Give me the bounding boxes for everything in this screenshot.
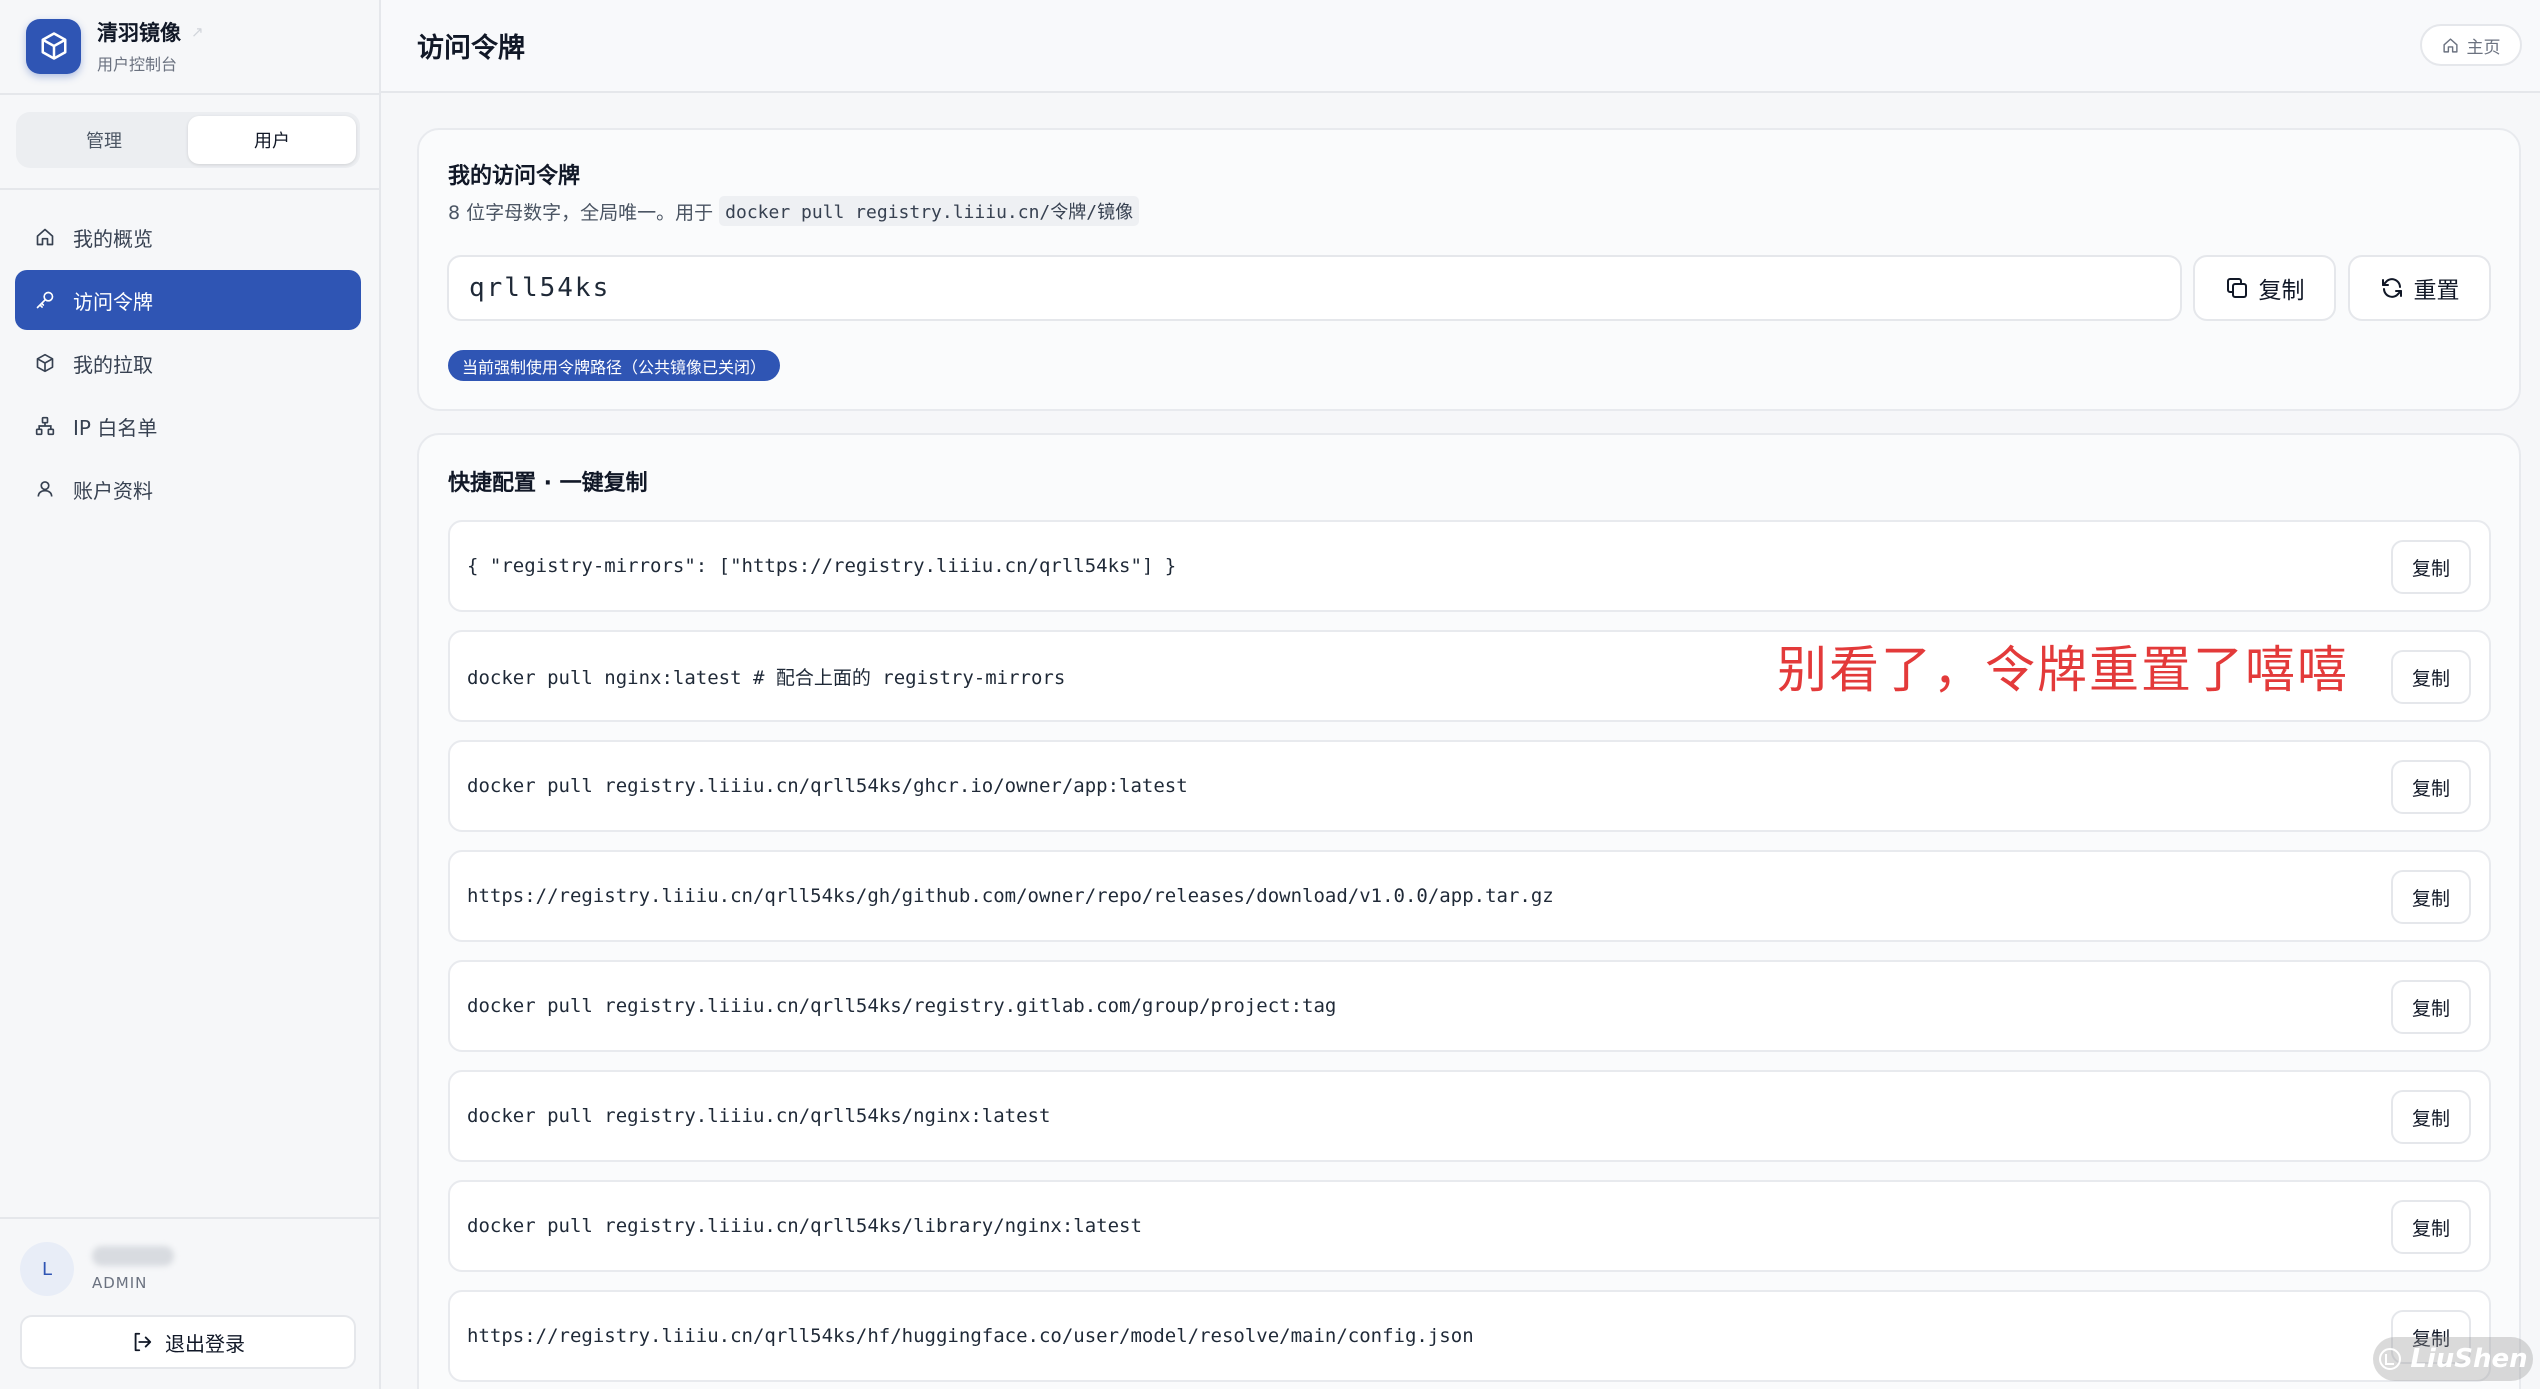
quick-config-card: 快捷配置 · 一键复制 { "registry-mirrors": ["http…: [417, 433, 2521, 1389]
sidebar-item-ip-whitelist[interactable]: IP 白名单: [15, 396, 361, 456]
brand-subtitle: 用户控制台: [97, 55, 178, 74]
list-item: https://registry.liiiu.cn/qrll54ks/hf/hu…: [448, 1290, 2491, 1382]
logout-label: 退出登录: [165, 1331, 245, 1356]
key-icon: [34, 289, 56, 311]
config-command: docker pull registry.liiiu.cn/qrll54ks/r…: [467, 995, 1337, 1017]
avatar: L: [20, 1242, 74, 1296]
home-icon: [2442, 37, 2459, 54]
status-badge: 当前强制使用令牌路径（公共镜像已关闭）: [448, 350, 781, 381]
box-icon: [26, 18, 81, 74]
config-command: https://registry.liiiu.cn/qrll54ks/gh/gi…: [467, 885, 1554, 907]
copy-button[interactable]: 复制: [2391, 540, 2471, 594]
token-card-description: 8 位字母数字，全局唯一。用于 docker pull registry.lii…: [448, 196, 1140, 226]
user-name-blurred: [92, 1246, 174, 1266]
token-card-title: 我的访问令牌: [448, 164, 581, 189]
home-label: 主页: [2466, 37, 2501, 58]
list-item: docker pull registry.liiiu.cn/qrll54ks/g…: [448, 740, 2491, 832]
watermark: LiuShen: [2373, 1337, 2533, 1381]
divider: [0, 188, 379, 190]
token-input[interactable]: [447, 255, 2182, 321]
package-icon: [34, 352, 56, 374]
logout-button[interactable]: 退出登录: [20, 1315, 356, 1369]
list-item: docker pull registry.liiiu.cn/qrll54ks/l…: [448, 1180, 2491, 1272]
user-icon: [34, 478, 56, 500]
sidebar-item-my-pulls[interactable]: 我的拉取: [15, 333, 361, 393]
brand: 清羽镜像 ↗ 用户控制台: [26, 18, 204, 74]
refresh-icon: [2380, 276, 2404, 300]
tab-admin[interactable]: 管理: [20, 116, 188, 164]
copy-button[interactable]: 复制: [2391, 980, 2471, 1034]
sidebar-item-label: 账户资料: [73, 478, 153, 503]
token-card: 我的访问令牌 8 位字母数字，全局唯一。用于 docker pull regis…: [417, 128, 2521, 411]
quick-config-title: 快捷配置 · 一键复制: [448, 471, 648, 496]
divider: [0, 93, 379, 95]
home-button[interactable]: 主页: [2420, 24, 2522, 66]
annotation-text: 别看了，令牌重置了嘻嘻: [1777, 641, 2349, 699]
config-command: { "registry-mirrors": ["https://registry…: [467, 555, 1177, 577]
logout-icon: [131, 1331, 153, 1353]
reset-label: 重置: [2413, 278, 2460, 304]
config-command: docker pull registry.liiiu.cn/qrll54ks/n…: [467, 1105, 1051, 1127]
copy-token-button[interactable]: 复制: [2193, 255, 2336, 321]
user-role: ADMIN: [92, 1274, 148, 1292]
brand-title: 清羽镜像: [97, 21, 181, 45]
top-header: 访问令牌 主页: [381, 0, 2540, 93]
sidebar-item-overview[interactable]: 我的概览: [15, 207, 361, 267]
sidebar-item-access-token[interactable]: 访问令牌: [15, 270, 361, 330]
config-command: https://registry.liiiu.cn/qrll54ks/hf/hu…: [467, 1325, 1474, 1347]
copy-button[interactable]: 复制: [2391, 870, 2471, 924]
sidebar-nav: 我的概览 访问令牌 我的拉取 IP 白名单 账户资料: [15, 207, 361, 522]
watermark-logo-icon: [2378, 1347, 2402, 1371]
user-card: L ADMIN: [20, 1242, 174, 1296]
sidebar-item-label: 我的拉取: [73, 352, 153, 377]
list-item: { "registry-mirrors": ["https://registry…: [448, 520, 2491, 612]
list-item: docker pull registry.liiiu.cn/qrll54ks/r…: [448, 960, 2491, 1052]
sidebar-item-account-profile[interactable]: 账户资料: [15, 459, 361, 519]
sidebar-item-label: IP 白名单: [73, 415, 158, 440]
divider: [0, 1217, 379, 1219]
tab-user[interactable]: 用户: [188, 116, 356, 164]
config-command: docker pull registry.liiiu.cn/qrll54ks/g…: [467, 775, 1188, 797]
sidebar-item-label: 访问令牌: [73, 289, 153, 314]
copy-label: 复制: [2258, 278, 2305, 304]
copy-button[interactable]: 复制: [2391, 650, 2471, 704]
copy-icon: [2225, 276, 2249, 300]
config-command: docker pull registry.liiiu.cn/qrll54ks/l…: [467, 1215, 1142, 1237]
copy-button[interactable]: 复制: [2391, 760, 2471, 814]
description-code: docker pull registry.liiiu.cn/令牌/镜像: [719, 196, 1140, 226]
page-title: 访问令牌: [417, 33, 525, 64]
watermark-text: LiuShen: [2410, 1344, 2528, 1374]
copy-button[interactable]: 复制: [2391, 1090, 2471, 1144]
network-icon: [34, 415, 56, 437]
reset-token-button[interactable]: 重置: [2348, 255, 2491, 321]
external-link-icon[interactable]: ↗: [191, 23, 204, 41]
list-item: docker pull registry.liiiu.cn/qrll54ks/n…: [448, 1070, 2491, 1162]
description-text: 8 位字母数字，全局唯一。用于: [448, 201, 714, 224]
list-item: https://registry.liiiu.cn/qrll54ks/gh/gi…: [448, 850, 2491, 942]
config-command: docker pull nginx:latest # 配合上面的 registr…: [467, 666, 1066, 689]
sidebar: 清羽镜像 ↗ 用户控制台 管理 用户 我的概览 访问令牌 我的拉取 IP 白名单…: [0, 0, 381, 1389]
home-icon: [34, 226, 56, 248]
copy-button[interactable]: 复制: [2391, 1200, 2471, 1254]
role-switch: 管理 用户: [16, 112, 360, 168]
sidebar-item-label: 我的概览: [73, 226, 153, 251]
